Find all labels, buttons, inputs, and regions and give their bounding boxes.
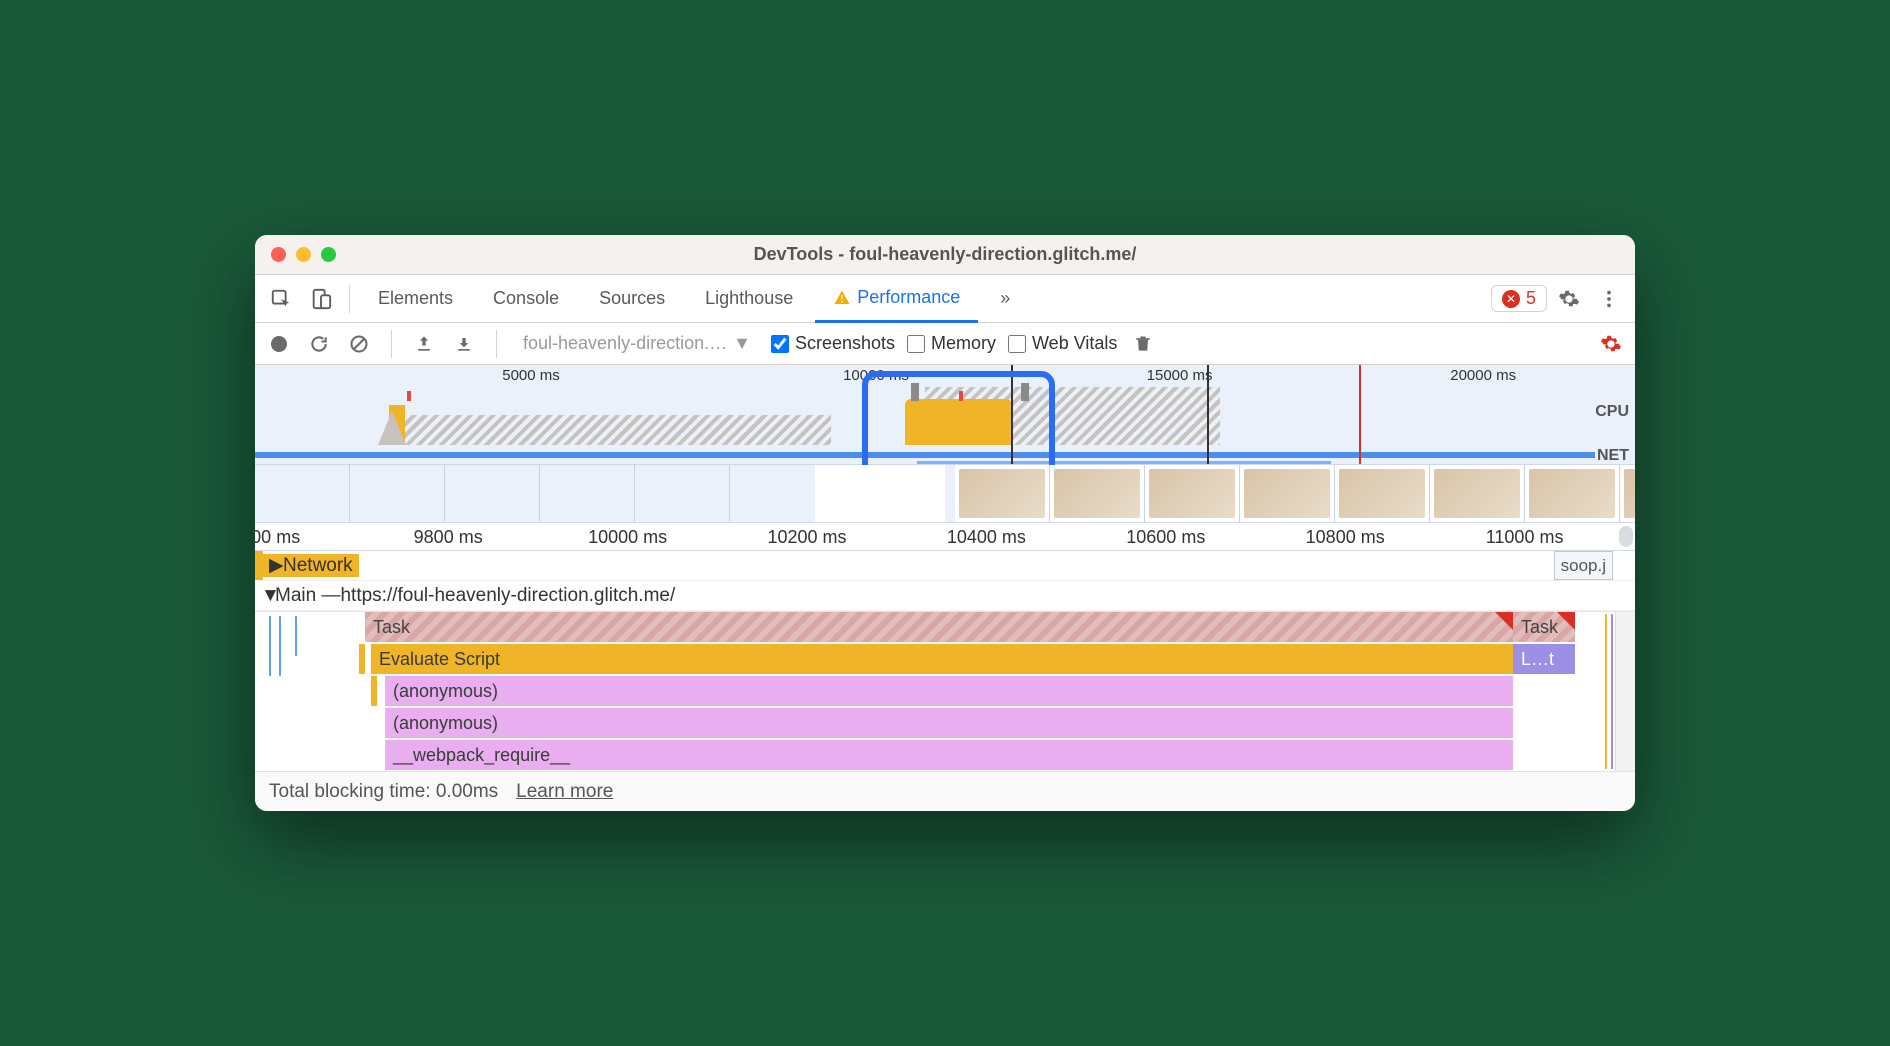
filmstrip-frame <box>255 465 350 522</box>
trash-icon[interactable] <box>1129 330 1157 358</box>
tab-sources[interactable]: Sources <box>581 275 683 322</box>
tab-performance-label: Performance <box>857 287 960 308</box>
overview-handle-right[interactable] <box>1021 383 1029 401</box>
panel-tabbar: Elements Console Sources Lighthouse Perf… <box>255 275 1635 323</box>
main-url: https://foul-heavenly-direction.glitch.m… <box>340 585 675 607</box>
flame-task-bar-2[interactable]: Task <box>1513 612 1575 642</box>
settings-gear-icon[interactable] <box>1551 281 1587 317</box>
flame-evaluate-script[interactable]: Evaluate Script <box>371 644 1513 674</box>
overview-ticks: 5000 ms 10000 ms 15000 ms 20000 ms <box>255 367 1635 385</box>
network-track-header[interactable]: ▶Network soop.j <box>255 551 1635 581</box>
tab-console[interactable]: Console <box>475 275 577 322</box>
network-request-chip[interactable]: soop.j <box>1554 551 1613 580</box>
overview-handle-left[interactable] <box>911 383 919 401</box>
tracks-panel: ▶Network soop.j ▼ Main — https://foul-he… <box>255 551 1635 771</box>
filmstrip[interactable] <box>255 465 1635 523</box>
flame-scrollbar[interactable] <box>1615 612 1635 771</box>
overview-net-label: NET <box>1597 447 1629 465</box>
upload-profile-icon[interactable] <box>410 330 438 358</box>
expand-down-icon: ▼ <box>261 585 275 607</box>
error-count: 5 <box>1526 288 1536 309</box>
tab-elements[interactable]: Elements <box>360 275 471 322</box>
chevron-down-icon: ▼ <box>733 333 751 354</box>
footer-bar: Total blocking time: 0.00ms Learn more <box>255 771 1635 811</box>
webvitals-checkbox[interactable]: Web Vitals <box>1008 333 1117 354</box>
flame-layout[interactable]: L…t <box>1513 644 1575 674</box>
main-track-header[interactable]: ▼ Main — https://foul-heavenly-direction… <box>255 581 1635 611</box>
tab-lighthouse[interactable]: Lighthouse <box>687 275 811 322</box>
tab-more[interactable]: » <box>982 275 1028 322</box>
memory-checkbox[interactable]: Memory <box>907 333 996 354</box>
screenshots-checkbox[interactable]: Screenshots <box>771 333 895 354</box>
record-button[interactable] <box>265 330 293 358</box>
performance-toolbar: foul-heavenly-direction.… ▼ Screenshots … <box>255 323 1635 365</box>
error-icon: ✕ <box>1502 290 1520 308</box>
overview-cpu-label: CPU <box>1595 403 1629 421</box>
network-label: Network <box>283 555 353 577</box>
separator <box>349 285 350 313</box>
target-select-label: foul-heavenly-direction.… <box>523 333 727 354</box>
inspect-icon[interactable] <box>263 281 299 317</box>
download-profile-icon[interactable] <box>450 330 478 358</box>
devtools-window: DevTools - foul-heavenly-direction.glitc… <box>255 235 1635 811</box>
cpu-activity <box>255 387 1595 445</box>
tab-performance[interactable]: Performance <box>815 276 978 323</box>
detail-ruler[interactable]: 00 ms 9800 ms 10000 ms 10200 ms 10400 ms… <box>255 523 1635 551</box>
window-title: DevTools - foul-heavenly-direction.glitc… <box>255 244 1635 265</box>
flame-webpack-require[interactable]: __webpack_require__ <box>385 740 1513 770</box>
total-blocking-time: Total blocking time: 0.00ms <box>269 781 498 803</box>
flame-anonymous-2[interactable]: (anonymous) <box>385 708 1513 738</box>
device-toggle-icon[interactable] <box>303 281 339 317</box>
target-select[interactable]: foul-heavenly-direction.… ▼ <box>515 331 759 356</box>
warning-icon <box>833 289 851 307</box>
error-count-pill[interactable]: ✕ 5 <box>1491 285 1547 312</box>
learn-more-link[interactable]: Learn more <box>516 781 613 803</box>
overview-blue-bar <box>255 452 1595 458</box>
reload-record-button[interactable] <box>305 330 333 358</box>
clear-button[interactable] <box>345 330 373 358</box>
expand-right-icon: ▶ <box>269 554 283 577</box>
flame-anonymous-1[interactable]: (anonymous) <box>385 676 1513 706</box>
ruler-scrollbar[interactable] <box>1619 526 1633 547</box>
flame-task-bar[interactable]: Task <box>365 612 1513 642</box>
capture-settings-gear-icon[interactable] <box>1597 330 1625 358</box>
titlebar: DevTools - foul-heavenly-direction.glitc… <box>255 235 1635 275</box>
timeline-overview[interactable]: 5000 ms 10000 ms 15000 ms 20000 ms CPU N… <box>255 365 1635 465</box>
flame-chart[interactable]: Task Task Evaluate Script L…t (anonymous… <box>255 611 1635 771</box>
kebab-menu-icon[interactable] <box>1591 281 1627 317</box>
